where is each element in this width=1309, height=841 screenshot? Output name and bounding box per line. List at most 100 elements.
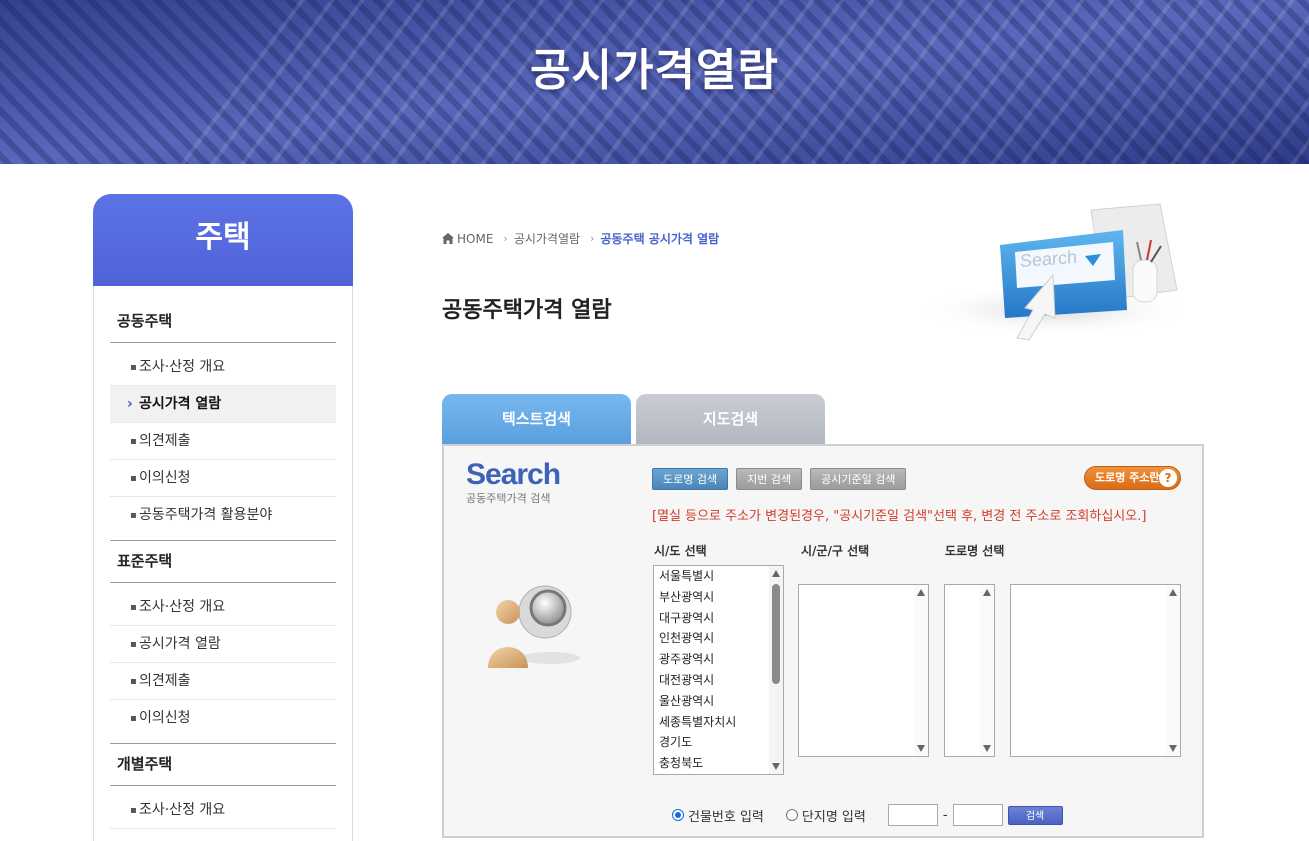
building-sub-number-input[interactable]	[952, 804, 1003, 826]
building-number-radio[interactable]	[672, 809, 684, 821]
sidebar-item-apt-opinion[interactable]: ▪ 의견제출	[110, 423, 336, 460]
sidebar-item-label: 공시가격 열람	[139, 396, 222, 412]
sidebar-item-std-overview[interactable]: ▪ 조사·산정 개요	[110, 589, 336, 626]
list-item[interactable]: 충청북도	[654, 753, 783, 774]
sidebar-item-apt-usage[interactable]: ▪ 공동주택가격 활용분야	[110, 497, 336, 534]
question-icon: ?	[1159, 469, 1177, 487]
scroll-down-icon[interactable]	[1169, 745, 1177, 752]
base-date-search-button[interactable]: 공시기준일 검색	[810, 468, 907, 490]
bullet-icon: ▪	[130, 805, 137, 816]
road-search-button[interactable]: 도로명 검색	[652, 468, 729, 490]
road-label: 도로명 선택	[945, 544, 1005, 558]
breadcrumb-level1[interactable]: 공시가격열람	[514, 230, 580, 247]
scroll-thumb[interactable]	[772, 584, 780, 684]
sidebar-section-standard-house[interactable]: 표준주택	[110, 540, 336, 583]
building-main-number-input[interactable]	[887, 804, 938, 826]
sidebar-item-std-objection[interactable]: ▪ 이의신청	[110, 700, 336, 737]
sidebar-item-apt-price[interactable]: › 공시가격 열람	[110, 386, 336, 423]
search-panel: Search 공동주택가격 검색 도로명 검색 지번 검색 공시기준일 검색 도…	[442, 444, 1204, 838]
bullet-icon: ▪	[130, 436, 137, 447]
road-initial-listbox[interactable]	[944, 584, 995, 757]
sidebar-section-individual-house[interactable]: 개별주택	[110, 743, 336, 786]
bullet-icon: ▪	[130, 602, 137, 613]
sidebar-item-label: 이의신청	[139, 710, 191, 726]
scrollbar[interactable]	[1166, 585, 1180, 756]
list-item[interactable]: 경기도	[654, 732, 783, 753]
complex-name-label[interactable]: 단지명 입력	[802, 806, 866, 825]
bullet-icon: ▪	[130, 676, 137, 687]
sidebar-item-label: 이의신청	[139, 470, 191, 486]
scrollbar[interactable]	[914, 585, 928, 756]
sidebar-item-apt-overview[interactable]: ▪ 조사·산정 개요	[110, 349, 336, 386]
breadcrumb-current: 공동주택 공시가격 열람	[600, 232, 720, 246]
tab-map-search[interactable]: 지도검색	[636, 394, 825, 444]
sido-listbox[interactable]: 서울특별시 부산광역시 대구광역시 인천광역시 광주광역시 대전광역시 울산광역시 세종특별자…	[653, 565, 784, 775]
building-number-label[interactable]: 건물번호 입력	[688, 806, 764, 825]
scroll-down-icon[interactable]	[917, 745, 925, 752]
list-item[interactable]: 광주광역시	[654, 649, 783, 670]
list-item[interactable]: 세종특별자치시	[654, 712, 783, 733]
sigungu-label: 시/군/구 선택	[801, 544, 870, 558]
search-logo-subtitle: 공동주택가격 검색	[466, 492, 551, 505]
breadcrumb-home[interactable]: HOME	[457, 232, 493, 246]
list-item[interactable]: 대구광역시	[654, 608, 783, 629]
sidebar-item-ind-overview[interactable]: ▪ 조사·산정 개요	[110, 792, 336, 829]
sidebar-item-label: 조사·산정 개요	[139, 359, 226, 375]
notice-text: [멸실 등으로 주소가 변경된경우, "공시기준일 검색"선택 후, 변경 전 …	[652, 509, 1147, 524]
search-logo-word: Search	[466, 458, 561, 491]
scroll-up-icon[interactable]	[772, 570, 780, 577]
road-address-help-button[interactable]: 도로명 주소란 ?	[1084, 466, 1181, 490]
sidebar-title: 주택	[93, 194, 353, 286]
sidebar-menu: 공동주택 ▪ 조사·산정 개요 › 공시가격 열람 ▪ 의견제출 ▪ 이의신청 ▪ 공동주…	[93, 286, 353, 841]
sidebar-item-std-price[interactable]: ▪ 공시가격 열람	[110, 626, 336, 663]
list-item[interactable]: 서울특별시	[654, 566, 783, 587]
sidebar-item-std-opinion[interactable]: ▪ 의견제출	[110, 663, 336, 700]
bullet-icon: ▪	[130, 713, 137, 724]
scroll-up-icon[interactable]	[983, 589, 991, 596]
sidebar-item-label: 조사·산정 개요	[139, 802, 226, 818]
scroll-down-icon[interactable]	[983, 745, 991, 752]
page-title: 공동주택가격 열람	[442, 298, 612, 323]
complex-name-radio[interactable]	[785, 809, 798, 821]
lot-search-button[interactable]: 지번 검색	[736, 468, 803, 490]
sidebar-item-label: 의견제출	[139, 433, 191, 449]
input-type-row: 건물번호 입력 단지명 입력 - 검색	[672, 804, 1063, 826]
bullet-icon: ▪	[130, 510, 137, 521]
search-logo: Search 공동주택가격 검색	[466, 458, 561, 506]
sidebar-item-label: 공시가격 열람	[139, 636, 221, 652]
list-item[interactable]: 대전광역시	[654, 670, 783, 691]
list-item[interactable]: 부산광역시	[654, 587, 783, 608]
illustration-search-text: Search	[1020, 247, 1077, 271]
home-icon	[442, 233, 454, 244]
bullet-icon: ▪	[130, 473, 137, 484]
sigungu-listbox[interactable]	[798, 584, 929, 757]
chevron-right-icon: ›	[503, 232, 508, 245]
chevron-right-icon: ›	[127, 396, 133, 412]
road-name-listbox[interactable]	[1010, 584, 1181, 757]
list-item[interactable]: 인천광역시	[654, 628, 783, 649]
list-item[interactable]: 울산광역시	[654, 691, 783, 712]
sido-options: 서울특별시 부산광역시 대구광역시 인천광역시 광주광역시 대전광역시 울산광역시 세종특별자…	[654, 566, 783, 774]
sidebar-item-label: 의견제출	[139, 673, 191, 689]
sidebar-item-label: 조사·산정 개요	[139, 599, 226, 615]
search-button[interactable]: 검색	[1007, 805, 1063, 825]
breadcrumb: HOME › 공시가격열람 › 공동주택 공시가격 열람	[442, 230, 719, 247]
sidebar-section-apartment[interactable]: 공동주택	[110, 286, 336, 343]
person-search-icon	[488, 585, 580, 668]
banner-title: 공시가격열람	[530, 45, 779, 96]
sidebar: 주택 공동주택 ▪ 조사·산정 개요 › 공시가격 열람 ▪ 의견제출 ▪ 이의신청 ▪…	[93, 194, 353, 841]
bullet-icon: ▪	[130, 639, 137, 650]
chevron-right-icon: ›	[590, 232, 595, 245]
sidebar-item-apt-objection[interactable]: ▪ 이의신청	[110, 460, 336, 497]
scrollbar[interactable]	[980, 585, 994, 756]
scrollbar[interactable]	[769, 566, 783, 774]
tab-text-search[interactable]: 텍스트검색	[442, 394, 631, 444]
bullet-icon: ▪	[130, 362, 137, 373]
scroll-down-icon[interactable]	[772, 763, 780, 770]
number-dash: -	[942, 807, 948, 823]
scroll-up-icon[interactable]	[917, 589, 925, 596]
sidebar-item-label: 공동주택가격 활용분야	[139, 507, 273, 523]
header-banner: 공시가격열람	[0, 0, 1309, 164]
sido-label: 시/도 선택	[654, 544, 707, 558]
scroll-up-icon[interactable]	[1169, 589, 1177, 596]
